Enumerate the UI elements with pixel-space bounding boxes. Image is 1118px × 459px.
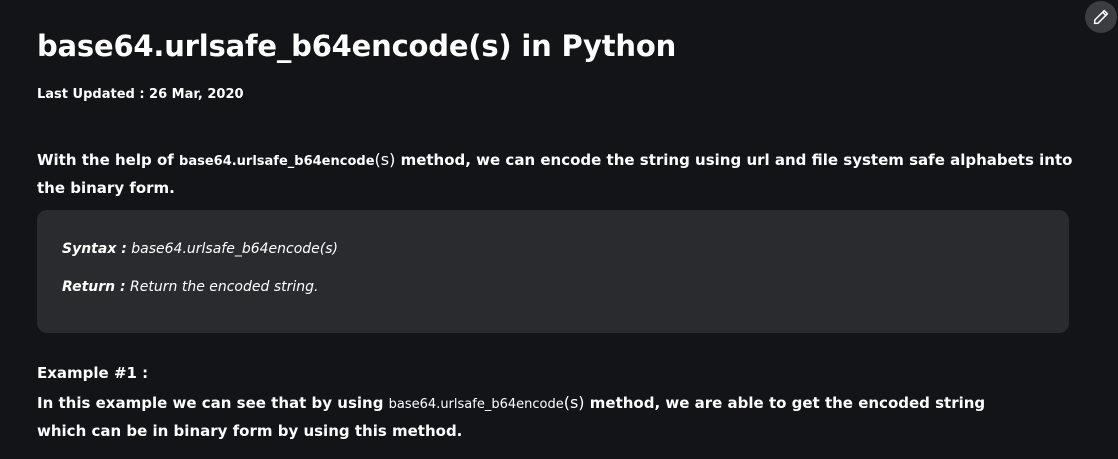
return-value: Return the encoded string. xyxy=(125,279,319,295)
page-title: base64.urlsafe_b64encode(s) in Python xyxy=(37,29,677,63)
syntax-box: Syntax : base64.urlsafe_b64encode(s) Ret… xyxy=(37,210,1069,333)
example-code: base64.urlsafe_b64encode xyxy=(388,397,564,412)
intro-code: base64.urlsafe_b64encode xyxy=(179,154,375,169)
syntax-line: Syntax : base64.urlsafe_b64encode(s) xyxy=(62,239,338,259)
intro-paragraph: With the help of base64.urlsafe_b64encod… xyxy=(37,146,1077,202)
syntax-label: Syntax : xyxy=(62,241,127,257)
return-line: Return : Return the encoded string. xyxy=(62,277,318,297)
edit-button[interactable] xyxy=(1085,1,1117,33)
intro-prefix: With the help of xyxy=(37,151,180,169)
return-label: Return : xyxy=(62,279,126,295)
example-code-arg: (s) xyxy=(563,393,585,412)
last-updated-date: Last Updated : 26 Mar, 2020 xyxy=(37,87,244,102)
example-prefix: In this example we can see that by using xyxy=(37,394,389,412)
example-heading: Example #1 : xyxy=(37,364,149,382)
pencil-icon xyxy=(1093,9,1109,25)
example-paragraph: In this example we can see that by using… xyxy=(37,389,1037,445)
syntax-value: base64.urlsafe_b64encode(s) xyxy=(126,241,339,257)
intro-code-arg: (s) xyxy=(374,150,396,169)
